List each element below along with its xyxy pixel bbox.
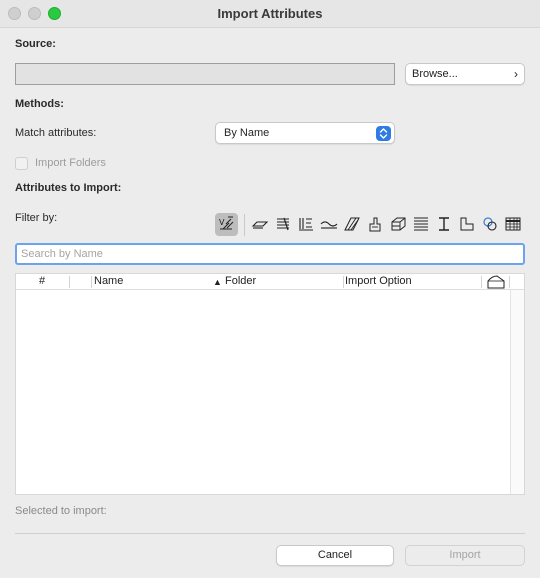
chevron-right-icon: › bbox=[514, 67, 518, 81]
markup-styles-icon[interactable] bbox=[504, 215, 522, 233]
profiles-icon[interactable] bbox=[412, 215, 430, 233]
fill-hatch-icon[interactable] bbox=[343, 215, 361, 233]
column-separator bbox=[343, 276, 344, 288]
table-header: # Name ▲ Folder Import Option bbox=[16, 274, 524, 290]
column-separator bbox=[481, 276, 482, 288]
column-header-import-option[interactable]: Import Option bbox=[345, 275, 412, 287]
import-folders-label: Import Folders bbox=[35, 157, 106, 169]
mep-systems-icon[interactable] bbox=[481, 215, 499, 233]
building-materials-icon[interactable] bbox=[366, 215, 384, 233]
source-path-field[interactable] bbox=[15, 63, 395, 85]
search-input[interactable] bbox=[21, 246, 517, 262]
fill-types-icon[interactable] bbox=[320, 215, 338, 233]
sort-ascending-icon: ▲ bbox=[213, 277, 222, 287]
import-button[interactable]: Import bbox=[405, 545, 525, 566]
attributes-to-import-heading: Attributes to Import: bbox=[15, 182, 122, 194]
search-box[interactable] bbox=[15, 243, 525, 265]
column-header-folder[interactable]: Folder bbox=[225, 275, 256, 287]
house-icon[interactable] bbox=[486, 275, 506, 289]
composites-icon[interactable] bbox=[389, 215, 407, 233]
column-header-number[interactable]: # bbox=[39, 275, 45, 287]
column-separator bbox=[91, 276, 92, 288]
layers-icon[interactable] bbox=[251, 215, 269, 233]
table-scrollbar[interactable] bbox=[510, 290, 524, 494]
title-bar: Import Attributes bbox=[0, 0, 540, 28]
window-title: Import Attributes bbox=[217, 6, 323, 21]
browse-button[interactable]: Browse... › bbox=[405, 63, 525, 85]
column-separator bbox=[509, 276, 510, 288]
filter-by-label: Filter by: bbox=[15, 212, 58, 224]
filter-divider bbox=[244, 214, 245, 236]
cancel-button[interactable]: Cancel bbox=[276, 545, 394, 566]
zones-icon[interactable] bbox=[435, 215, 453, 233]
stepper-arrows-icon bbox=[376, 126, 391, 141]
selected-to-import-label: Selected to import: bbox=[15, 505, 107, 517]
methods-heading: Methods: bbox=[15, 98, 64, 110]
match-attributes-label: Match attributes: bbox=[15, 127, 97, 139]
surfaces-icon[interactable] bbox=[458, 215, 476, 233]
source-heading: Source: bbox=[15, 38, 56, 50]
match-attributes-select[interactable]: By Name bbox=[215, 122, 395, 144]
column-separator bbox=[69, 276, 70, 288]
column-header-name[interactable]: Name bbox=[94, 275, 123, 287]
all-attributes-filter-button[interactable]: V bbox=[215, 213, 238, 236]
import-attributes-dialog: Import Attributes Source: Browse... › Me… bbox=[0, 0, 540, 578]
footer-divider bbox=[15, 533, 525, 534]
attributes-table: # Name ▲ Folder Import Option bbox=[15, 273, 525, 495]
svg-text:V: V bbox=[219, 218, 225, 227]
line-types-icon[interactable] bbox=[274, 215, 292, 233]
all-attributes-icon: V bbox=[219, 216, 234, 230]
browse-button-label: Browse... bbox=[412, 68, 458, 80]
pens-icon[interactable] bbox=[297, 215, 315, 233]
import-folders-checkbox[interactable] bbox=[15, 157, 28, 170]
match-attributes-value: By Name bbox=[224, 127, 270, 139]
